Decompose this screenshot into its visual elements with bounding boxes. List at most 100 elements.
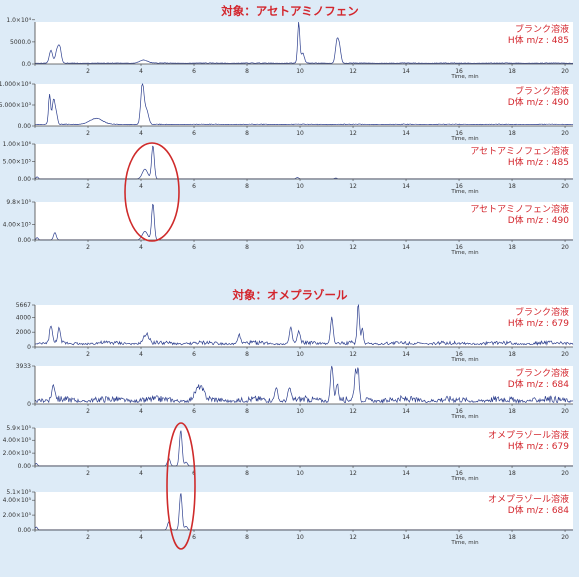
x-tick-label: 6: [192, 408, 196, 415]
x-tick-label: 2: [86, 408, 90, 415]
x-tick-label: 18: [508, 130, 516, 137]
x-tick-label: 8: [245, 68, 249, 75]
y-tick-label: 0.00: [18, 237, 32, 244]
x-tick-label: 12: [349, 408, 357, 415]
plot-area: [35, 84, 573, 126]
x-axis-label: Time, min: [450, 250, 479, 256]
chart-panel-8: 0.002.00×10⁵4.00×10⁵5.1×10⁵2 4 6 8 10 12 14 16 1…: [3, 489, 573, 546]
x-tick-label: 8: [245, 534, 249, 541]
series-label-mz: H体 m/z : 679: [508, 317, 569, 329]
y-tick-label: 2.00×10⁵: [3, 512, 32, 519]
x-tick-label: 18: [508, 183, 516, 190]
x-tick-label: 8: [245, 244, 249, 251]
series-label-sample: オメプラゾール溶液: [488, 493, 569, 505]
plot-area: [35, 305, 573, 347]
x-tick-label: 2: [86, 130, 90, 137]
x-tick-label: 8: [245, 408, 249, 415]
y-tick-label: 0.00: [18, 176, 32, 183]
x-tick-label: 18: [508, 244, 516, 251]
series-label-sample: ブランク溶液: [515, 306, 569, 318]
x-tick-label: 10: [296, 183, 304, 190]
x-tick-label: 14: [402, 408, 410, 415]
x-tick-label: 2: [86, 68, 90, 75]
x-tick-label: 6: [192, 351, 196, 358]
y-tick-label: 1.000×10⁴: [0, 81, 32, 88]
x-axis-label: Time, min: [450, 136, 479, 142]
series-label-sample: ブランク溶液: [515, 23, 569, 35]
x-tick-label: 4: [139, 130, 143, 137]
series-label-sample: アセトアミノフェン溶液: [470, 203, 569, 215]
y-tick-label: 4.00×10⁵: [3, 437, 32, 444]
x-tick-label: 20: [561, 68, 569, 75]
y-tick-label: 4000: [16, 314, 31, 321]
y-tick-label: 2000: [16, 329, 31, 336]
x-axis-label: Time, min: [450, 74, 479, 80]
chromatogram-figure: 対象：アセトアミノフェン 対象：オメプラゾール 0.0 5000.0 1.0×10⁴…: [0, 4, 574, 550]
x-tick-label: 20: [561, 244, 569, 251]
x-tick-label: 2: [86, 183, 90, 190]
x-tick-label: 14: [402, 130, 410, 137]
x-tick-label: 6: [192, 130, 196, 137]
plot-area: [35, 22, 573, 64]
chart-panel-3: 0.005.00×10⁵1.00×10⁶2 4 6 8 10 12 14 16 18 20Time…: [3, 141, 573, 195]
plot-area: [35, 366, 573, 404]
chart-panel-4: 0.004.00×10⁵9.8×10⁵2 4 6 8 10 12 14 16 18 20Time,…: [3, 199, 573, 256]
x-tick-label: 18: [508, 408, 516, 415]
x-tick-label: 6: [192, 534, 196, 541]
x-axis-label: Time, min: [450, 357, 479, 363]
x-tick-label: 14: [402, 351, 410, 358]
x-axis-label: Time, min: [450, 540, 479, 546]
y-tick-label: 4.00×10⁵: [3, 497, 32, 504]
section-title-omeprazole: 対象：オメプラゾール: [232, 288, 348, 302]
series-label-sample: ブランク溶液: [515, 85, 569, 97]
x-tick-label: 4: [139, 68, 143, 75]
x-tick-label: 10: [296, 244, 304, 251]
x-tick-label: 18: [508, 534, 516, 541]
x-axis-label: Time, min: [450, 476, 479, 482]
chart-panel-5: 02000400056672 4 6 8 10 12 14 16 18 20Time, minブラ…: [16, 302, 574, 363]
y-tick-label: 3933: [16, 363, 31, 370]
y-tick-label: 0.00: [18, 527, 32, 534]
x-tick-label: 14: [402, 244, 410, 251]
y-tick-label: 0: [27, 401, 31, 408]
x-axis-label: Time, min: [450, 189, 479, 195]
x-tick-label: 14: [402, 534, 410, 541]
x-tick-label: 20: [561, 183, 569, 190]
x-tick-label: 20: [561, 534, 569, 541]
x-tick-label: 6: [192, 68, 196, 75]
x-tick-label: 6: [192, 244, 196, 251]
x-tick-label: 18: [508, 68, 516, 75]
x-tick-label: 4: [139, 244, 143, 251]
series-label-sample: オメプラゾール溶液: [488, 429, 569, 441]
x-tick-label: 12: [349, 351, 357, 358]
y-tick-label: 0.00: [18, 463, 32, 470]
y-tick-label: 1.00×10⁶: [3, 141, 32, 148]
x-tick-label: 20: [561, 408, 569, 415]
x-tick-label: 20: [561, 130, 569, 137]
x-tick-label: 10: [296, 470, 304, 477]
series-label-mz: D体 m/z : 684: [508, 504, 570, 516]
x-tick-label: 10: [296, 408, 304, 415]
x-tick-label: 14: [402, 470, 410, 477]
x-tick-label: 10: [296, 351, 304, 358]
section-title-acetaminophen: 対象：アセトアミノフェン: [220, 4, 359, 18]
y-tick-label: 5.9×10⁵: [6, 425, 31, 432]
series-label-mz: D体 m/z : 490: [508, 96, 570, 108]
x-tick-label: 8: [245, 130, 249, 137]
x-tick-label: 4: [139, 408, 143, 415]
y-tick-label: 4.00×10⁵: [3, 221, 32, 228]
y-tick-label: 0.00: [18, 123, 32, 130]
x-tick-label: 20: [561, 470, 569, 477]
series-label-mz: D体 m/z : 490: [508, 214, 570, 226]
x-tick-label: 2: [86, 470, 90, 477]
series-label-sample: ブランク溶液: [515, 367, 569, 379]
y-tick-label: 5000.0: [10, 39, 31, 46]
x-tick-label: 2: [86, 244, 90, 251]
x-tick-label: 12: [349, 470, 357, 477]
y-tick-label: 5.1×10⁵: [6, 489, 31, 496]
x-tick-label: 18: [508, 351, 516, 358]
x-tick-label: 12: [349, 534, 357, 541]
y-tick-label: 0: [27, 344, 31, 351]
x-tick-label: 8: [245, 470, 249, 477]
chart-panel-2: 0.005.000×10³1.000×10⁴2 4 6 8 10 12 14 16 18 20Ti…: [0, 81, 574, 142]
